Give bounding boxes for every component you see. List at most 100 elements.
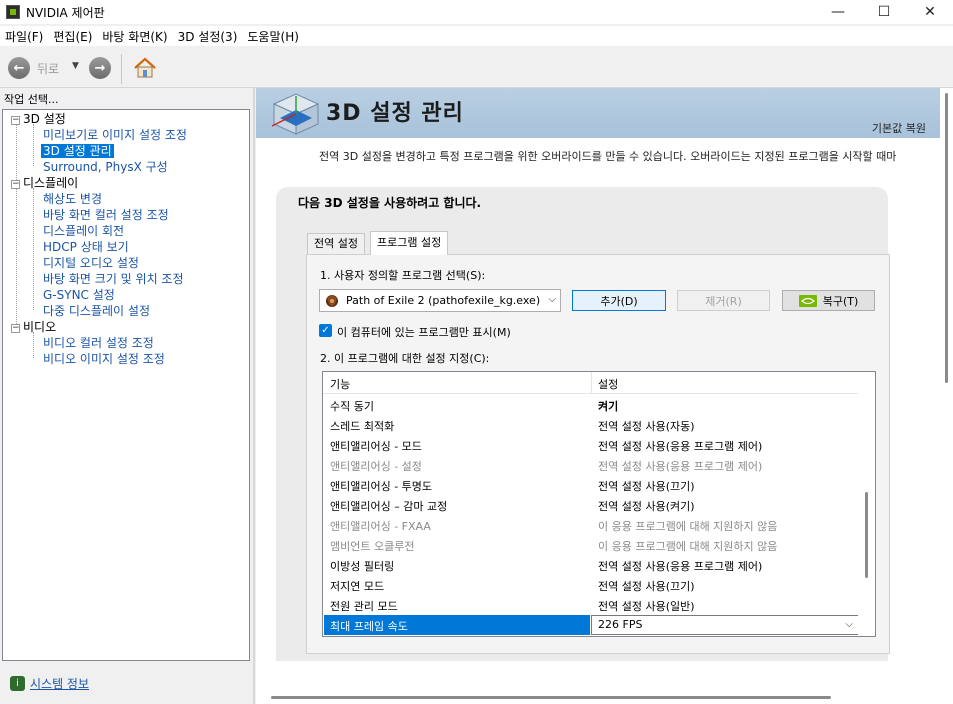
grid-row[interactable]: 전원 관리 모드 전역 설정 사용(일반) [323,595,859,615]
collapse-icon[interactable]: − [11,180,20,189]
menu-help[interactable]: 도움말(H) [242,28,304,45]
column-header-setting[interactable]: 설정 [598,376,618,392]
tree-category-3d-settings[interactable]: −3D 설정 [11,111,66,127]
grid-row[interactable]: 앤티앨리어싱 - 투명도 전역 설정 사용(끄기) [323,475,859,495]
tree-guide-line [33,124,34,166]
grid-scrollbar[interactable] [858,372,875,636]
tree-guide-line [33,188,34,310]
grid-header: 기능 설정 [323,372,859,394]
grid-row[interactable]: 앤티앨리어싱 - 설정 전역 설정 사용(응용 프로그램 제어) [323,455,859,475]
restore-program-button[interactable]: 복구(T) [782,290,875,311]
add-program-button[interactable]: 추가(D) [572,290,666,311]
tree-item-change-resolution[interactable]: 해상도 변경 [43,191,102,207]
grid-cell-feature: 앤티앨리어싱 - FXAA [330,520,431,533]
tree-item-surround-physx[interactable]: Surround, PhysX 구성 [43,159,168,175]
grid-cell-feature: 전원 관리 모드 [330,600,398,613]
grid-cell-setting: 226 FPS [598,618,643,631]
column-header-feature[interactable]: 기능 [330,376,350,392]
grid-row[interactable]: 앤티앨리어싱 – 감마 교정 전역 설정 사용(켜기) [323,495,859,515]
tree-item-image-preview[interactable]: 미리보기로 이미지 설정 조정 [43,127,187,143]
chevron-down-icon: ⌵ [548,294,556,305]
maximize-button[interactable]: ☐ [861,0,907,24]
tree-item-video-image[interactable]: 비디오 이미지 설정 조정 [43,351,165,367]
grid-row[interactable]: 수직 동기 켜기 [323,395,859,415]
back-button-label[interactable]: 뒤로 [37,60,59,77]
tree-item-desktop-size-position[interactable]: 바탕 화면 크기 및 위치 조정 [43,271,184,287]
page-vertical-scrollbar[interactable] [940,88,953,704]
tree-guide-line [33,332,34,358]
grid-scrollbar-thumb[interactable] [865,492,868,578]
system-info-link[interactable]: 시스템 정보 [30,675,89,692]
tree-item-gsync[interactable]: G-SYNC 설정 [43,287,115,303]
grid-cell-feature: 앤티앨리어싱 – 감마 교정 [330,500,448,513]
show-only-installed-label[interactable]: 이 컴퓨터에 있는 프로그램만 표시(M) [337,324,511,340]
grid-row-selected[interactable]: ⌵ 최대 프레임 속도 226 FPS [323,615,859,635]
minimize-button[interactable]: — [815,0,861,24]
settings-grid: 기능 설정 수직 동기 켜기 스레드 최적화 전역 설정 사용(자동) 앤티앨리어싱 -… [322,371,876,637]
tree-item-rotate-display[interactable]: 디스플레이 회전 [43,223,124,239]
tree-category-display[interactable]: − 디스플레이 [11,175,78,191]
pane-splitter[interactable] [253,88,255,704]
home-icon[interactable] [133,56,157,80]
tree-category-video[interactable]: − 비디오 [11,319,56,335]
collapse-icon[interactable]: − [11,324,20,333]
menu-edit[interactable]: 편집(E) [48,28,97,45]
grid-cell-feature: 앤티앨리어싱 - 설정 [330,460,422,473]
tree-item-desktop-color[interactable]: 바탕 화면 컬러 설정 조정 [43,207,169,223]
grid-row[interactable]: 이방성 필터링 전역 설정 사용(응용 프로그램 제어) [323,555,859,575]
grid-cell-setting: 켜기 [598,400,619,413]
page-horizontal-scrollbar-thumb[interactable] [271,696,831,699]
task-select-label: 작업 선택... [4,93,59,106]
nvidia-logo-icon [798,294,817,307]
page-horizontal-scrollbar[interactable] [256,690,940,704]
content-pane: 3D 설정 관리 기본값 복원 전역 3D 설정을 변경하고 특정 프로그램을 … [256,88,953,704]
program-select-dropdown[interactable]: Path of Exile 2 (pathofexile_kg.exe) ⌵ [319,289,561,312]
grid-row[interactable]: 앤티앨리어싱 - FXAA 이 응용 프로그램에 대해 지원하지 않음 [323,515,859,535]
tab-global-settings[interactable]: 전역 설정 [307,233,365,254]
page-description: 전역 3D 설정을 변경하고 특정 프로그램을 위한 오버라이드를 만들 수 있… [319,150,897,163]
grid-row[interactable]: 앰비언트 오클루전 이 응용 프로그램에 대해 지원하지 않음 [323,535,859,555]
menu-3d-settings[interactable]: 3D 설정(3) [173,28,243,45]
tab-program-settings[interactable]: 프로그램 설정 [370,231,449,255]
back-arrow-icon[interactable]: ← [8,57,30,79]
close-button[interactable]: ✕ [907,0,953,24]
3d-settings-cube-icon [271,93,320,135]
tree-item-video-color[interactable]: 비디오 컬러 설정 조정 [43,335,154,351]
remove-program-button[interactable]: 제거(R) [677,290,770,311]
tree-item-manage-3d-settings[interactable]: 3D 설정 관리 [41,143,114,159]
step2-label: 2. 이 프로그램에 대한 설정 지정(C): [320,352,490,365]
program-select-value: Path of Exile 2 (pathofexile_kg.exe) [346,294,541,307]
grid-cell-feature: 수직 동기 [330,400,374,413]
menu-desktop[interactable]: 바탕 화면(K) [97,28,172,45]
page-header: 3D 설정 관리 기본값 복원 [256,88,940,138]
program-icon [326,294,338,307]
tree-item-digital-audio[interactable]: 디지털 오디오 설정 [43,255,139,271]
grid-row[interactable]: 앤티앨리어싱 - 모드 전역 설정 사용(응용 프로그램 제어) [323,435,859,455]
chevron-down-icon[interactable]: ⌵ [845,619,853,630]
collapse-icon[interactable]: − [11,116,20,125]
menu-file[interactable]: 파일(F) [0,28,48,45]
forward-arrow-icon[interactable]: → [89,57,111,79]
grid-cell-setting: 전역 설정 사용(끄기) [598,580,695,593]
grid-row[interactable]: 저지연 모드 전역 설정 사용(끄기) [323,575,859,595]
grid-cell-feature: 앰비언트 오클루전 [330,540,415,553]
system-info: i 시스템 정보 [10,675,89,692]
restore-defaults-link[interactable]: 기본값 복원 [872,120,926,136]
grid-cell-feature: 앤티앨리어싱 - 투명도 [330,480,433,493]
grid-cell-feature: 이방성 필터링 [330,560,395,573]
grid-cell-setting: 전역 설정 사용(응용 프로그램 제어) [598,440,763,453]
toolbar-separator [121,54,122,84]
system-info-icon[interactable]: i [10,676,25,691]
back-history-dropdown-icon[interactable]: ▼ [72,61,79,71]
grid-row[interactable]: 스레드 최적화 전역 설정 사용(자동) [323,415,859,435]
window-controls: — ☐ ✕ [815,0,953,24]
restore-button-label: 복구(T) [822,294,859,308]
column-separator[interactable] [591,372,592,394]
show-only-installed-checkbox[interactable]: ✓ [319,324,332,337]
tree-item-hdcp-status[interactable]: HDCP 상태 보기 [43,239,129,255]
tree-item-multi-display[interactable]: 다중 디스플레이 설정 [43,303,150,319]
page-vertical-scrollbar-thumb[interactable] [945,93,948,383]
step1-label: 1. 사용자 정의할 프로그램 선택(S): [320,269,486,282]
grid-cell-setting: 전역 설정 사용(켜기) [598,500,695,513]
grid-cell-feature: 앤티앨리어싱 - 모드 [330,440,422,453]
